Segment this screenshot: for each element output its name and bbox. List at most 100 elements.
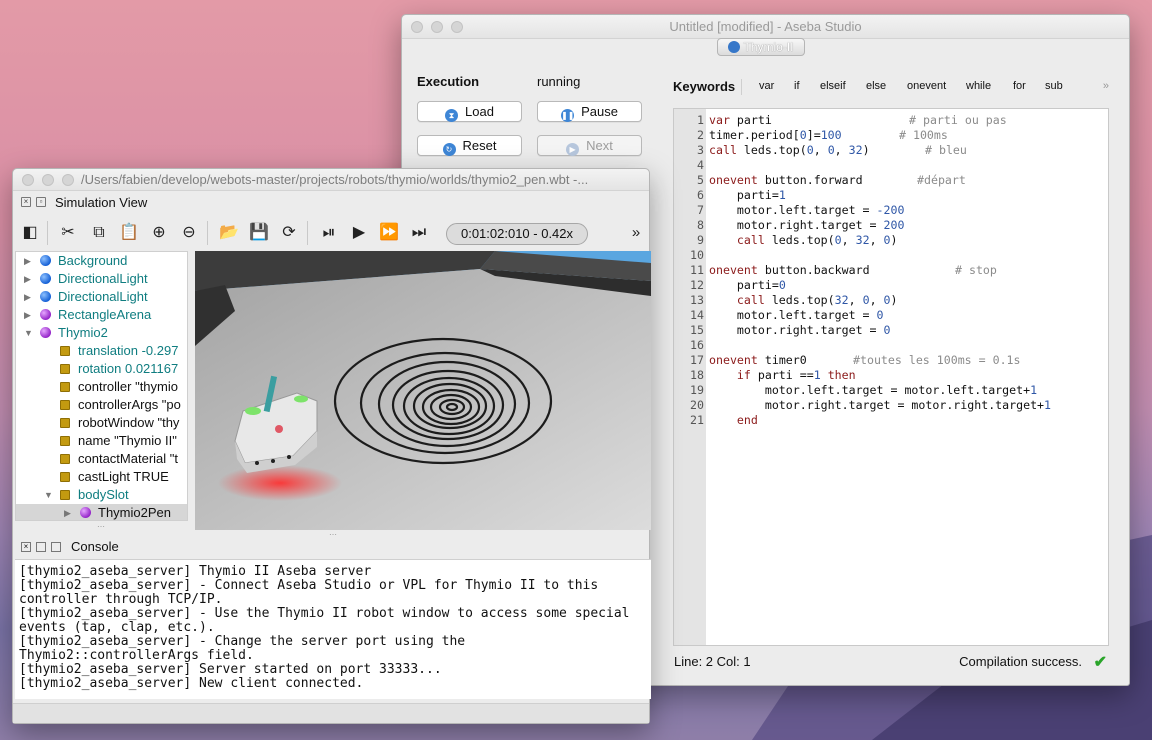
- keyword-var[interactable]: var: [759, 80, 774, 92]
- minimize-window-button[interactable]: [42, 174, 54, 186]
- paste-icon[interactable]: 📋: [119, 223, 139, 243]
- keywords-bar: Keywords var if elseif else onevent whil…: [673, 77, 1109, 97]
- scene-tree-label: rotation 0.021167: [78, 361, 179, 376]
- keyword-while[interactable]: while: [966, 80, 991, 92]
- 3d-viewport[interactable]: [195, 251, 651, 530]
- tree-resize-handle[interactable]: ⋯: [97, 522, 106, 531]
- keyword-sub[interactable]: sub: [1045, 80, 1063, 92]
- collapse-arrow-icon[interactable]: ▼: [44, 486, 53, 504]
- toolbar-divider: [47, 221, 48, 245]
- scene-tree-item[interactable]: robotWindow "thy: [16, 414, 187, 432]
- line-number: 8: [697, 218, 704, 232]
- copy-icon[interactable]: ⧉: [89, 223, 109, 243]
- code-comment: # bleu: [925, 143, 967, 157]
- line-number: 12: [690, 278, 704, 292]
- keyword-for[interactable]: for: [1013, 80, 1026, 92]
- panel-close-icon[interactable]: ×: [21, 197, 31, 207]
- pause-button[interactable]: ❚❚ Pause: [537, 101, 642, 122]
- code-line: var parti # parti ou pas: [709, 113, 1007, 127]
- keywords-more-button[interactable]: »: [1103, 80, 1109, 92]
- load-button[interactable]: ⧗ Load: [417, 101, 522, 122]
- line-number: 3: [697, 143, 704, 157]
- scene-tree-label: Background: [58, 253, 128, 268]
- expand-arrow-icon[interactable]: ▶: [24, 270, 31, 288]
- scene-tree-item[interactable]: name "Thymio II": [16, 432, 187, 450]
- scene-tree-label: contactMaterial "t: [78, 451, 178, 466]
- expand-arrow-icon[interactable]: ▶: [24, 306, 31, 324]
- scene-tree-item[interactable]: controllerArgs "po: [16, 396, 187, 414]
- collapse-arrow-icon[interactable]: ▼: [24, 324, 33, 342]
- save-world-icon[interactable]: 💾: [249, 223, 269, 243]
- add-node-icon[interactable]: ⊕: [149, 223, 169, 243]
- code-line: onevent timer0 #toutes les 100ms = 0.1s: [709, 353, 1021, 367]
- scene-tree-item[interactable]: ▶ Thymio2Pen: [16, 504, 187, 520]
- scene-tree-item[interactable]: ▶ DirectionalLight: [16, 270, 187, 288]
- scene-tree-item[interactable]: ▼ Thymio2: [16, 324, 187, 342]
- code-line: call leds.top(0, 0, 32) # bleu: [709, 143, 967, 157]
- scene-tree-item[interactable]: rotation 0.021167: [16, 360, 187, 378]
- scene-tree-item[interactable]: ▶ Background: [16, 252, 187, 270]
- console-clear-icon[interactable]: [36, 542, 46, 552]
- node-icon: [40, 291, 51, 302]
- close-window-button[interactable]: [411, 21, 423, 33]
- line-number: 2: [697, 128, 704, 142]
- field-icon: [60, 400, 70, 410]
- open-world-icon[interactable]: 📂: [219, 223, 239, 243]
- zoom-window-button[interactable]: [62, 174, 74, 186]
- console-line: [thymio2_aseba_server] Thymio II Aseba s…: [19, 564, 372, 579]
- scene-tree-label: bodySlot: [78, 487, 129, 502]
- scene-tree-item[interactable]: ▶ DirectionalLight: [16, 288, 187, 306]
- close-window-button[interactable]: [22, 174, 34, 186]
- reset-button[interactable]: ↻ Reset: [417, 135, 522, 156]
- expand-arrow-icon[interactable]: ▶: [64, 504, 71, 520]
- code-statement: parti=0: [709, 278, 786, 292]
- code-statement: onevent button.forward: [709, 173, 863, 187]
- keyword-onevent[interactable]: onevent: [907, 80, 946, 92]
- zoom-window-button[interactable]: [451, 21, 463, 33]
- tab-thymio-ii[interactable]: Thymio-II: [717, 38, 805, 56]
- run-icon[interactable]: ▶: [349, 223, 369, 243]
- webots-titlebar: /Users/fabien/develop/webots-master/proj…: [13, 169, 649, 191]
- console-output[interactable]: [thymio2_aseba_server] Thymio II Aseba s…: [15, 559, 651, 699]
- code-line: onevent button.forward #départ: [709, 173, 966, 187]
- pause-icon: ❚❚: [561, 109, 575, 122]
- aseba-window-title: Untitled [modified] - Aseba Studio: [669, 19, 862, 34]
- scene-tree-item[interactable]: contactMaterial "t: [16, 450, 187, 468]
- fast-run-icon[interactable]: ⏩: [379, 223, 399, 243]
- fastest-run-icon[interactable]: ⏭: [409, 223, 429, 243]
- keyword-else[interactable]: else: [866, 80, 886, 92]
- line-number: 21: [690, 413, 704, 427]
- expand-arrow-icon[interactable]: ▶: [24, 288, 31, 306]
- minimize-window-button[interactable]: [431, 21, 443, 33]
- scene-tree-item[interactable]: controller "thymio: [16, 378, 187, 396]
- remove-node-icon[interactable]: ⊖: [179, 223, 199, 243]
- panel-float-icon[interactable]: ▫: [36, 197, 46, 207]
- code-line: parti=1: [709, 188, 786, 202]
- console-close-icon[interactable]: ×: [21, 542, 31, 552]
- aseba-titlebar: Untitled [modified] - Aseba Studio: [402, 15, 1129, 39]
- node-icon: [40, 327, 51, 338]
- scene-tree[interactable]: ▶ Background ▶ DirectionalLight ▶ Directional…: [15, 251, 188, 521]
- scene-tree-item[interactable]: translation -0.297: [16, 342, 187, 360]
- field-icon: [60, 472, 70, 482]
- code-statement: onevent button.backward: [709, 263, 870, 277]
- robot-tab-label: Thymio-II: [743, 40, 794, 54]
- scene-tree-label: Thymio2: [58, 325, 108, 340]
- toggle-scene-tree-icon[interactable]: ◧: [20, 223, 40, 243]
- reload-world-icon[interactable]: ⟳: [279, 223, 299, 243]
- keyword-elseif[interactable]: elseif: [820, 80, 846, 92]
- code-line: call leds.top(32, 0, 0): [709, 293, 898, 307]
- keyword-if[interactable]: if: [794, 80, 800, 92]
- cut-icon[interactable]: ✂: [58, 223, 78, 243]
- console-float-icon[interactable]: [51, 542, 61, 552]
- scene-tree-item[interactable]: castLight TRUE: [16, 468, 187, 486]
- toolbar-more-button[interactable]: »: [626, 223, 646, 243]
- scene-tree-item[interactable]: ▶ RectangleArena: [16, 306, 187, 324]
- code-comment: #départ: [917, 173, 966, 187]
- scene-tree-label: name "Thymio II": [78, 433, 177, 448]
- expand-arrow-icon[interactable]: ▶: [24, 252, 31, 270]
- step-icon[interactable]: ⏯: [319, 223, 339, 243]
- scene-tree-item[interactable]: ▼ bodySlot: [16, 486, 187, 504]
- code-editor[interactable]: 1 2 3 4 5 6 7 8 9 10 11 12 13 14 15 16 17 18 19 20 21 var pa…: [673, 108, 1109, 646]
- next-button[interactable]: ▶ Next: [537, 135, 642, 156]
